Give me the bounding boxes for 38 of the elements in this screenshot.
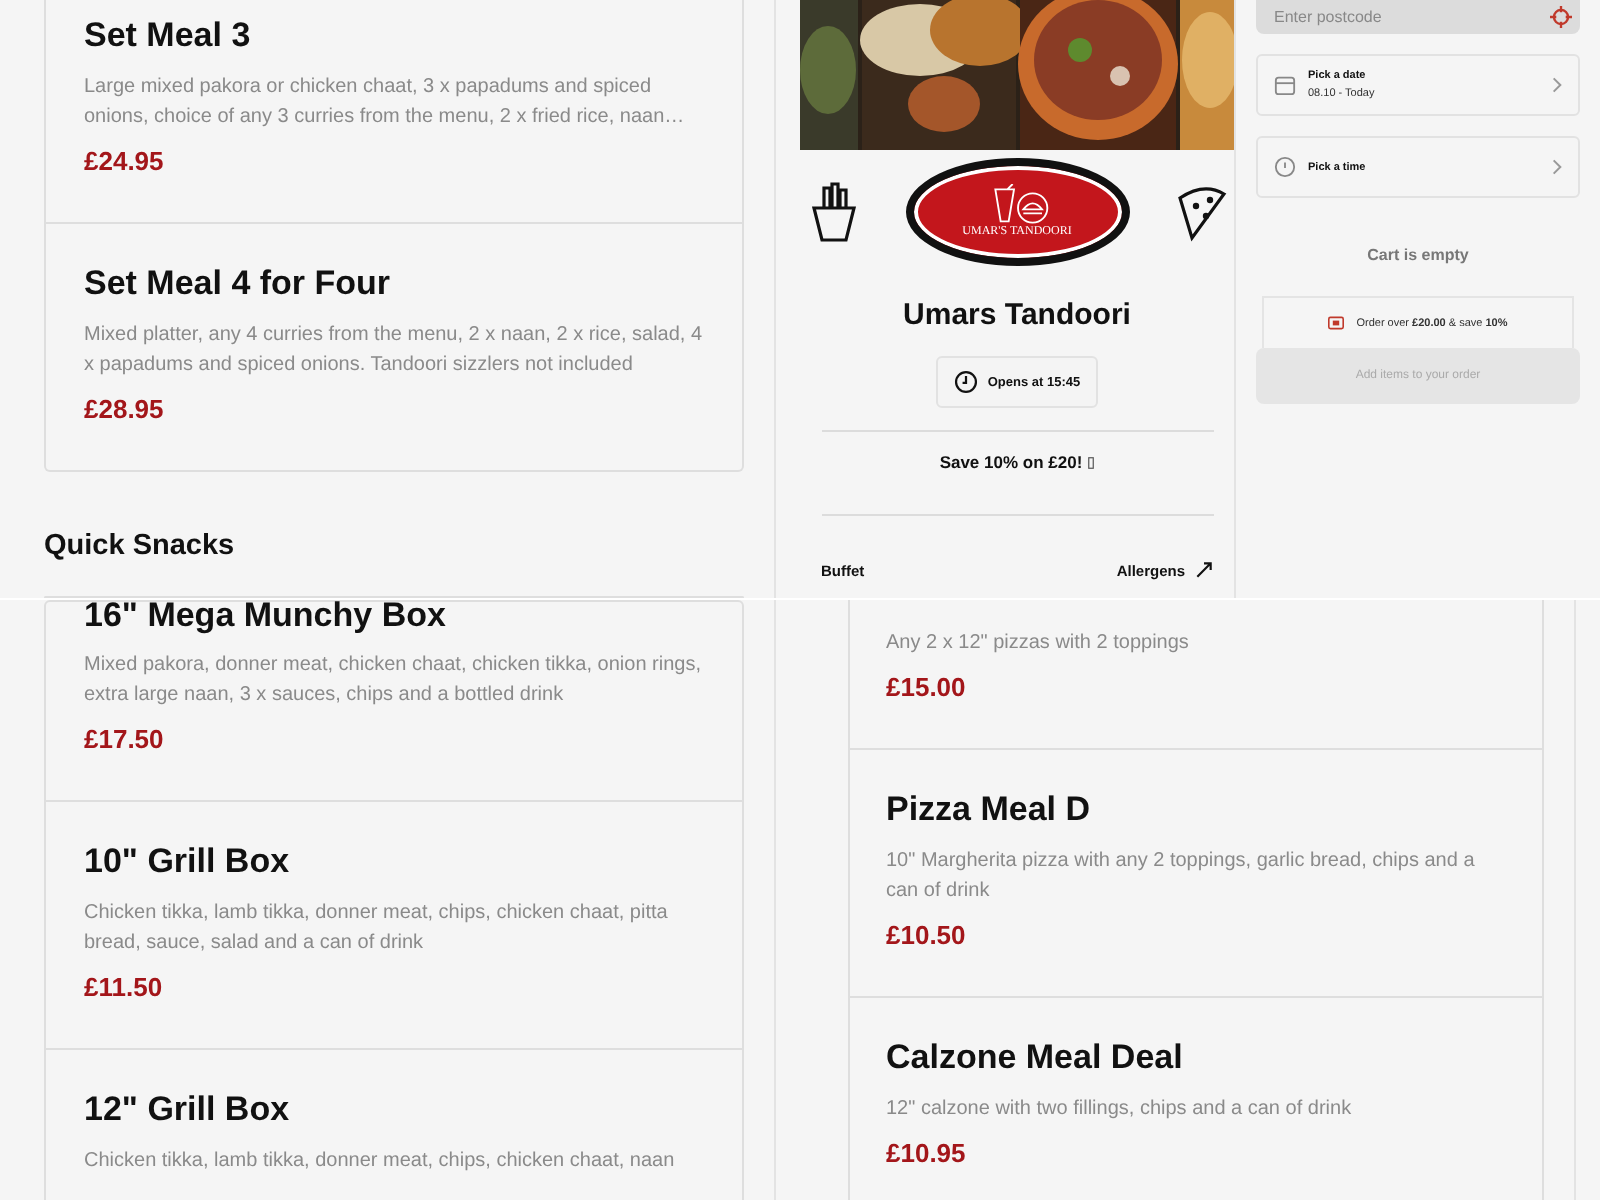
item-description: Any 2 x 12" pizzas with 2 toppings [886,630,1191,658]
item-title: Pizza Meal D [886,790,1093,830]
item-title: 16" Mega Munchy Box [84,602,448,630]
item-price: £24.95 [84,146,166,178]
calendar-icon [1274,74,1296,96]
item-description: Mixed pakora, donner meat, chicken chaat, chicken tikka, onion rings, extra large naan, 3 x sauces, chips and a bottled drink [84,652,703,710]
restaurant-name: Umars Tandoori [903,298,1131,332]
item-price: £28.95 [84,394,166,426]
item-title: 12" Grill Box [84,1090,292,1130]
item-price: £15.00 [886,672,968,704]
chevron-right-icon [1552,76,1562,94]
item-price: £10.95 [886,1138,968,1170]
item-title: 10" Grill Box [84,842,292,882]
item-description: 12" calzone with two fillings, chips and a can of drink [886,1096,1354,1124]
item-description: Chicken tikka, lamb tikka, donner meat, chips, chicken chaat, naan [84,1148,677,1176]
item-description: Large mixed pakora or chicken chaat, 3 x papadums and spiced onions, choice of any 3 curries from the menu, 2 x fried rice, naan… [84,74,687,132]
item-price: £10.50 [886,920,968,952]
chevron-right-icon [1552,158,1562,176]
cart-status: Cart is empty [1365,246,1471,264]
missing-glyph-icon [1088,455,1095,469]
item-price: £17.50 [84,724,166,756]
allergen-icon [1193,560,1213,580]
clock-icon [953,370,978,394]
location-target-icon[interactable] [1550,6,1572,28]
fries-icon [807,182,859,242]
ticket-icon [1328,316,1345,330]
item-title: Calzone Meal Deal [886,1038,1185,1078]
promo-text: Save 10% on £20! [939,452,1083,472]
pizza-slice-icon [1175,182,1227,242]
item-description: Chicken tikka, lamb tikka, donner meat, chips, chicken chaat, pitta bread, sauce, salad and a can of drink [84,900,670,958]
item-title: Set Meal 3 [84,16,253,56]
item-description: 10" Margherita pizza with any 2 toppings, garlic bread, chips and a can of drink [886,848,1477,906]
clock-icon [1274,156,1296,178]
postcode-field[interactable]: Enter postcode [1256,0,1580,34]
item-price: £11.50 [84,972,165,1004]
item-title: Set Meal 4 for Four [84,264,393,304]
section-title: Quick Snacks [44,528,237,564]
item-description: Mixed platter, any 4 curries from the menu, 2 x naan, 2 x rice, salad, 4 x papadums and spiced onions. Tandoori sizzlers not included [84,322,704,380]
